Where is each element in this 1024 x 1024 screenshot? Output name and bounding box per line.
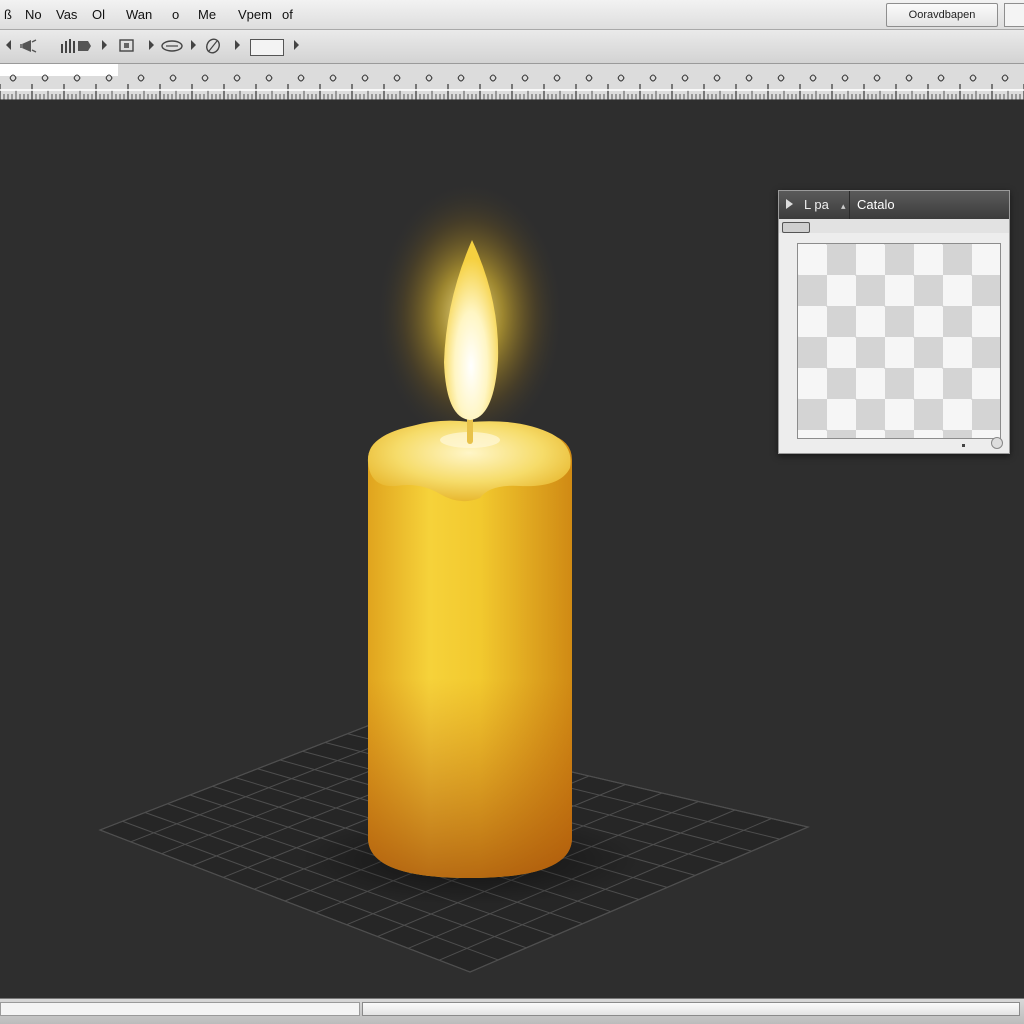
tab-close-icon[interactable]: ▴ (841, 201, 846, 212)
back-icon[interactable] (6, 40, 11, 50)
menu-item-view[interactable]: o (172, 7, 179, 22)
lasso-icon[interactable] (160, 38, 184, 54)
pen-icon[interactable] (204, 38, 222, 54)
dropdown-arrow-icon[interactable] (191, 40, 196, 50)
menu-item-object[interactable]: Ol (92, 7, 105, 22)
dropdown-arrow-icon[interactable] (149, 40, 154, 50)
panel-options-button[interactable] (782, 222, 810, 233)
tab-catalog[interactable]: Catalo (857, 197, 895, 212)
collapse-arrow-icon[interactable] (786, 199, 793, 209)
scroll-thumb[interactable] (362, 1002, 1020, 1016)
dropdown-arrow-icon[interactable] (294, 40, 299, 50)
tab-separator (849, 191, 850, 219)
square-icon[interactable] (118, 38, 136, 54)
tab-layers[interactable]: L pa (804, 197, 829, 212)
menu-item-open[interactable]: Vpem (238, 7, 272, 22)
candle-body (367, 420, 572, 878)
rectangle-field[interactable] (250, 39, 284, 56)
horizontal-ruler[interactable] (0, 64, 1024, 100)
transparency-preview (797, 243, 1001, 439)
menu-item-app[interactable]: ß (4, 7, 12, 22)
bar-chart-icon[interactable] (60, 38, 92, 54)
panel-title-bar[interactable]: L pa ▴ Catalo (779, 191, 1009, 219)
menu-item-file[interactable]: No (25, 7, 42, 22)
horizontal-scrollbar[interactable] (0, 998, 1024, 1024)
menu-item-window[interactable]: Wan (126, 7, 152, 22)
menu-item-help[interactable]: of (282, 7, 293, 22)
megaphone-icon[interactable] (20, 38, 40, 54)
panel-toolbar (779, 219, 1009, 233)
scroll-track[interactable] (0, 1002, 360, 1016)
layers-panel[interactable]: L pa ▴ Catalo (778, 190, 1010, 454)
menu-item-mode[interactable]: Me (198, 7, 216, 22)
window-control[interactable] (1004, 3, 1024, 27)
search-field[interactable]: Ooravdbapen (886, 3, 998, 27)
dropdown-arrow-icon[interactable] (102, 40, 107, 50)
toolbar (0, 30, 1024, 64)
dropdown-arrow-icon[interactable] (235, 40, 240, 50)
menu-item-edit[interactable]: Vas (56, 7, 77, 22)
ruler-ticks (0, 74, 1024, 100)
resize-handle-icon[interactable] (991, 437, 1003, 449)
menu-bar: ß No Vas Ol Wan o Me Vpem of Ooravdbapen (0, 0, 1024, 30)
status-dot-icon (962, 444, 965, 447)
